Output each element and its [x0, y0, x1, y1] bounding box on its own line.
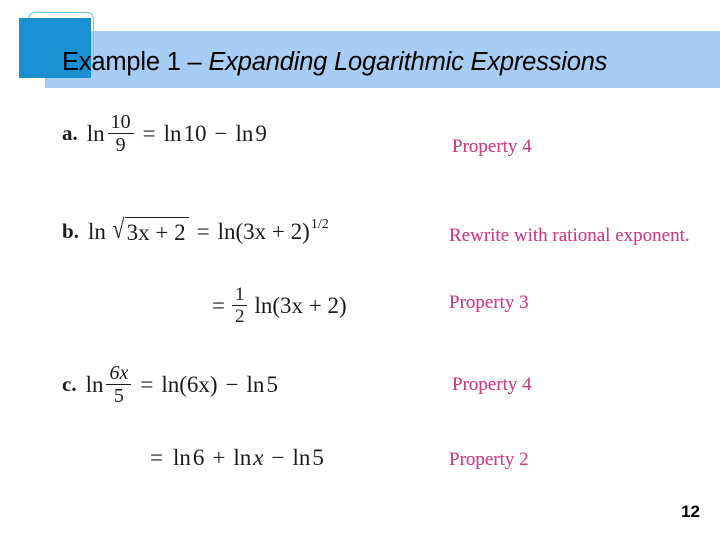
- item-letter-b: b.: [62, 219, 79, 243]
- equation-line-a: a. ln 10 9 = ln 10 − ln 9: [62, 112, 267, 156]
- val3-c2: 5: [312, 445, 324, 470]
- radicand-b: 3x + 2: [124, 217, 189, 246]
- equals-c2: =: [150, 445, 163, 470]
- property-label-c: Property 4: [452, 374, 532, 395]
- item-letter-a: a.: [62, 121, 78, 146]
- ln-c: ln: [85, 371, 104, 397]
- fraction-b2: 1 2: [231, 284, 248, 327]
- rhs-b2: ln(3x + 2): [254, 292, 347, 318]
- equals-b2: =: [212, 292, 225, 318]
- ln-b: ln: [87, 218, 106, 244]
- fraction-a-numerator: 10: [110, 111, 131, 133]
- page-title-plain: Example 1 –: [62, 48, 209, 76]
- equation-line-c: c. ln 6x 5 = ln(6x) − ln 5: [62, 363, 278, 407]
- minus-c2: −: [271, 445, 285, 470]
- page-number: 12: [681, 502, 700, 521]
- fraction-a-denominator: 9: [107, 133, 134, 156]
- ln2-c2: ln: [233, 445, 252, 470]
- square-root-b: √ 3x + 2: [111, 214, 189, 246]
- fraction-c-denominator: 5: [106, 384, 132, 407]
- val2-c2: x: [253, 445, 264, 470]
- rhs-val2-a: 9: [255, 120, 267, 146]
- equals-b: =: [196, 218, 210, 244]
- slide-header: Example 1 – Expanding Logarithmic Expres…: [0, 0, 720, 100]
- ln3-c2: ln: [292, 445, 311, 470]
- ln-a: ln: [86, 120, 105, 146]
- equals-a: =: [142, 120, 156, 146]
- minus-c: −: [225, 371, 239, 397]
- property-label-b: Rewrite with rational exponent.: [449, 225, 690, 246]
- rhs-b: ln(3x + 2): [217, 218, 310, 244]
- rhs-val2-c: 5: [266, 371, 278, 397]
- property-label-c2: Property 2: [449, 449, 529, 470]
- minus-a: −: [214, 120, 228, 146]
- fraction-c: 6x 5: [106, 362, 132, 407]
- equals-c: =: [140, 371, 154, 397]
- rhs-ln2-c: ln: [246, 371, 265, 397]
- rhs-val1-a: 10: [183, 120, 207, 146]
- fraction-b2-numerator: 1: [234, 284, 245, 305]
- radical-sign-icon: √: [112, 214, 125, 244]
- fraction-b2-denominator: 2: [231, 305, 248, 327]
- rhs-ln2-a: ln: [235, 120, 254, 146]
- exponent-b: 1/2: [310, 216, 329, 232]
- rhs1-c: ln(6x): [161, 371, 218, 397]
- fraction-c-numerator: 6x: [109, 362, 129, 384]
- page-title: Example 1 – Expanding Logarithmic Expres…: [62, 40, 712, 84]
- equation-line-b2: = 1 2 ln(3x + 2): [212, 285, 347, 327]
- math-content-area: a. ln 10 9 = ln 10 − ln 9 Property 4 b. …: [0, 100, 720, 490]
- item-letter-c: c.: [62, 372, 77, 397]
- equation-line-c2: = ln 6 + ln x − ln 5: [150, 445, 324, 471]
- rhs-ln1-a: ln: [163, 120, 182, 146]
- page-title-italic: Expanding Logarithmic Expressions: [208, 48, 608, 76]
- property-label-b2: Property 3: [449, 292, 529, 313]
- property-label-a: Property 4: [452, 136, 532, 157]
- val1-c2: 6: [192, 445, 205, 470]
- ln1-c2: ln: [172, 445, 191, 470]
- fraction-a: 10 9: [107, 111, 134, 156]
- plus-c2: +: [212, 445, 226, 470]
- equation-line-b: b. ln √ 3x + 2 = ln(3x + 2) 1/2: [62, 214, 329, 246]
